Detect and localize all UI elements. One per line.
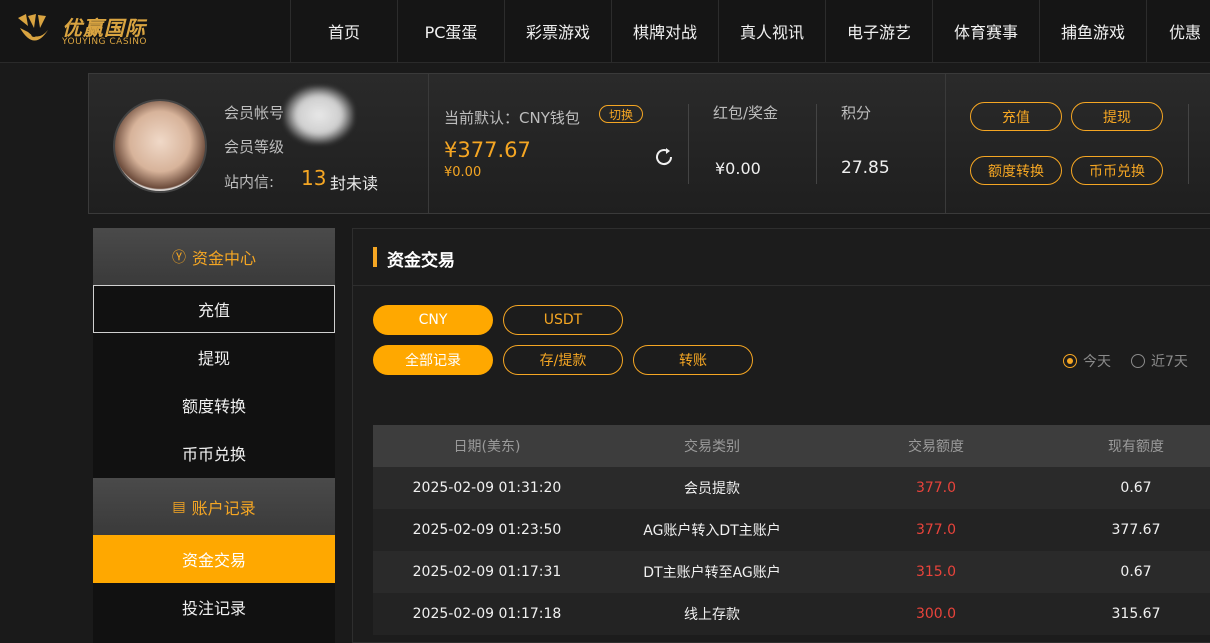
- main-content: 资金交易 CNY USDT 全部记录 存/提款 转账 今天 近7天 日期(美东)…: [352, 228, 1210, 643]
- col-type: 交易类别: [684, 439, 740, 455]
- radio-selected-icon[interactable]: [1063, 354, 1077, 368]
- member-panel: 会员帐号 会员等级 站内信: 13 封未读 当前默认：CNY钱包 切换 ¥377…: [88, 73, 1210, 214]
- row-type: 会员提款: [684, 481, 740, 497]
- avatar[interactable]: [113, 99, 207, 193]
- row-type: DT主账户转至AG账户: [643, 565, 781, 581]
- level-label: 会员等级: [224, 138, 285, 156]
- phoenix-logo-icon: [18, 14, 48, 41]
- tab-usdt[interactable]: USDT: [503, 305, 623, 335]
- title-accent: [373, 247, 377, 267]
- row-amount: 377.0: [915, 480, 957, 496]
- row-date: 2025-02-09 01:17:31: [412, 564, 562, 580]
- tab-deposit-withdraw[interactable]: 存/提款: [503, 345, 623, 375]
- row-date: 2025-02-09 01:17:18: [412, 606, 562, 622]
- main-title-bar: 资金交易: [353, 229, 1210, 286]
- wallet-balance-sub: ¥0.00: [444, 165, 482, 180]
- row-balance: 0.67: [1120, 480, 1152, 496]
- refresh-icon[interactable]: [653, 146, 675, 168]
- account-label: 会员帐号: [224, 104, 285, 122]
- wallet-balance: ¥377.67: [444, 138, 531, 162]
- range-7days[interactable]: 近7天: [1131, 351, 1188, 371]
- nav-fishing[interactable]: 捕鱼游戏: [1039, 0, 1146, 62]
- table-header: 日期(美东) 交易类别 交易额度 现有额度: [373, 425, 1210, 467]
- withdraw-button[interactable]: 提现: [1071, 102, 1163, 131]
- account-records-label: 账户记录: [191, 498, 256, 518]
- document-icon: ▤: [172, 498, 186, 515]
- yen-circle-icon: Ⓨ: [171, 249, 186, 266]
- sidebar-item-transfer[interactable]: 额度转换: [93, 381, 335, 429]
- row-amount: 300.0: [915, 606, 957, 622]
- table-row: 2025-02-09 01:31:20 会员提款 377.0 0.67: [373, 467, 1210, 509]
- page-title: 资金交易: [387, 251, 455, 271]
- row-balance: 0.67: [1120, 564, 1152, 580]
- points-value: 27.85: [841, 158, 890, 178]
- inbox-label: 站内信:: [224, 173, 275, 191]
- radio-icon[interactable]: [1131, 354, 1145, 368]
- nav-home[interactable]: 首页: [290, 0, 397, 62]
- col-amount: 交易额度: [908, 439, 964, 455]
- unread-unit[interactable]: 封未读: [330, 170, 378, 194]
- nav-pc-egg[interactable]: PC蛋蛋: [397, 0, 504, 62]
- sidebar-item-withdraw[interactable]: 提现: [93, 333, 335, 381]
- funds-center-header: Ⓨ 资金中心: [93, 228, 335, 285]
- range-today-label: 今天: [1083, 354, 1111, 370]
- switch-wallet-button[interactable]: 切换: [599, 105, 643, 123]
- deposit-button[interactable]: 充值: [970, 102, 1062, 131]
- row-date: 2025-02-09 01:23:50: [412, 522, 562, 538]
- bonus-label: 红包/奖金: [713, 104, 779, 122]
- nav-slots[interactable]: 电子游艺: [825, 0, 932, 62]
- redacted-blur: [284, 86, 354, 144]
- transfer-button[interactable]: 额度转换: [970, 156, 1062, 185]
- actions-divider: [1188, 104, 1189, 184]
- tab-all-records[interactable]: 全部记录: [373, 345, 493, 375]
- tab-transfer[interactable]: 转账: [633, 345, 753, 375]
- range-today[interactable]: 今天: [1063, 351, 1111, 371]
- tab-cny[interactable]: CNY: [373, 305, 493, 335]
- bonus-divider: [816, 104, 817, 184]
- table-row: 2025-02-09 01:17:31 DT主账户转至AG账户 315.0 0.…: [373, 551, 1210, 593]
- unread-count[interactable]: 13: [301, 166, 326, 190]
- sidebar-item-fund-transactions[interactable]: 资金交易: [93, 535, 335, 583]
- row-balance: 315.67: [1111, 606, 1161, 622]
- range-7days-label: 近7天: [1151, 354, 1188, 370]
- brand-logo[interactable]: 优赢国际 YOUYING CASINO: [14, 10, 164, 52]
- row-balance: 377.67: [1111, 522, 1161, 538]
- row-amount: 315.0: [915, 564, 957, 580]
- exchange-button[interactable]: 币币兑换: [1071, 156, 1163, 185]
- nav-lottery[interactable]: 彩票游戏: [504, 0, 611, 62]
- panel-divider: [428, 74, 429, 213]
- row-type: 线上存款: [684, 607, 740, 623]
- top-header: 优赢国际 YOUYING CASINO 首页 PC蛋蛋 彩票游戏 棋牌对战 真人…: [0, 0, 1210, 63]
- col-date: 日期(美东): [453, 439, 521, 455]
- bonus-value: ¥0.00: [715, 159, 761, 178]
- default-wallet-label: 当前默认：CNY钱包: [444, 109, 580, 127]
- wallet-divider: [688, 104, 689, 184]
- table-row: 2025-02-09 01:17:18 线上存款 300.0 315.67: [373, 593, 1210, 635]
- nav-chess-cards[interactable]: 棋牌对战: [611, 0, 718, 62]
- sidebar-item-bet-records[interactable]: 投注记录: [93, 583, 335, 631]
- brand-name-en: YOUYING CASINO: [62, 37, 148, 47]
- panel-divider-2: [945, 74, 946, 213]
- main-nav: 首页 PC蛋蛋 彩票游戏 棋牌对战 真人视讯 电子游艺 体育赛事 捕鱼游戏 优惠: [290, 0, 1210, 62]
- nav-live-casino[interactable]: 真人视讯: [718, 0, 825, 62]
- nav-sports[interactable]: 体育赛事: [932, 0, 1039, 62]
- sidebar-item-deposit[interactable]: 充值: [93, 285, 335, 333]
- row-amount: 377.0: [915, 522, 957, 538]
- sidebar-item-exchange[interactable]: 币币兑换: [93, 429, 335, 477]
- row-date: 2025-02-09 01:31:20: [412, 480, 562, 496]
- nav-promotions[interactable]: 优惠: [1146, 0, 1210, 62]
- col-balance: 现有额度: [1108, 439, 1164, 455]
- points-label: 积分: [841, 104, 872, 122]
- transactions-table: 日期(美东) 交易类别 交易额度 现有额度 2025-02-09 01:31:2…: [373, 425, 1210, 635]
- account-records-header: ▤ 账户记录: [93, 478, 335, 535]
- funds-center-label: 资金中心: [191, 248, 256, 268]
- table-row: 2025-02-09 01:23:50 AG账户转入DT主账户 377.0 37…: [373, 509, 1210, 551]
- sidebar: Ⓨ 资金中心 充值 提现 额度转换 币币兑换 ▤ 账户记录 资金交易 投注记录: [93, 228, 335, 643]
- row-type: AG账户转入DT主账户: [643, 523, 781, 539]
